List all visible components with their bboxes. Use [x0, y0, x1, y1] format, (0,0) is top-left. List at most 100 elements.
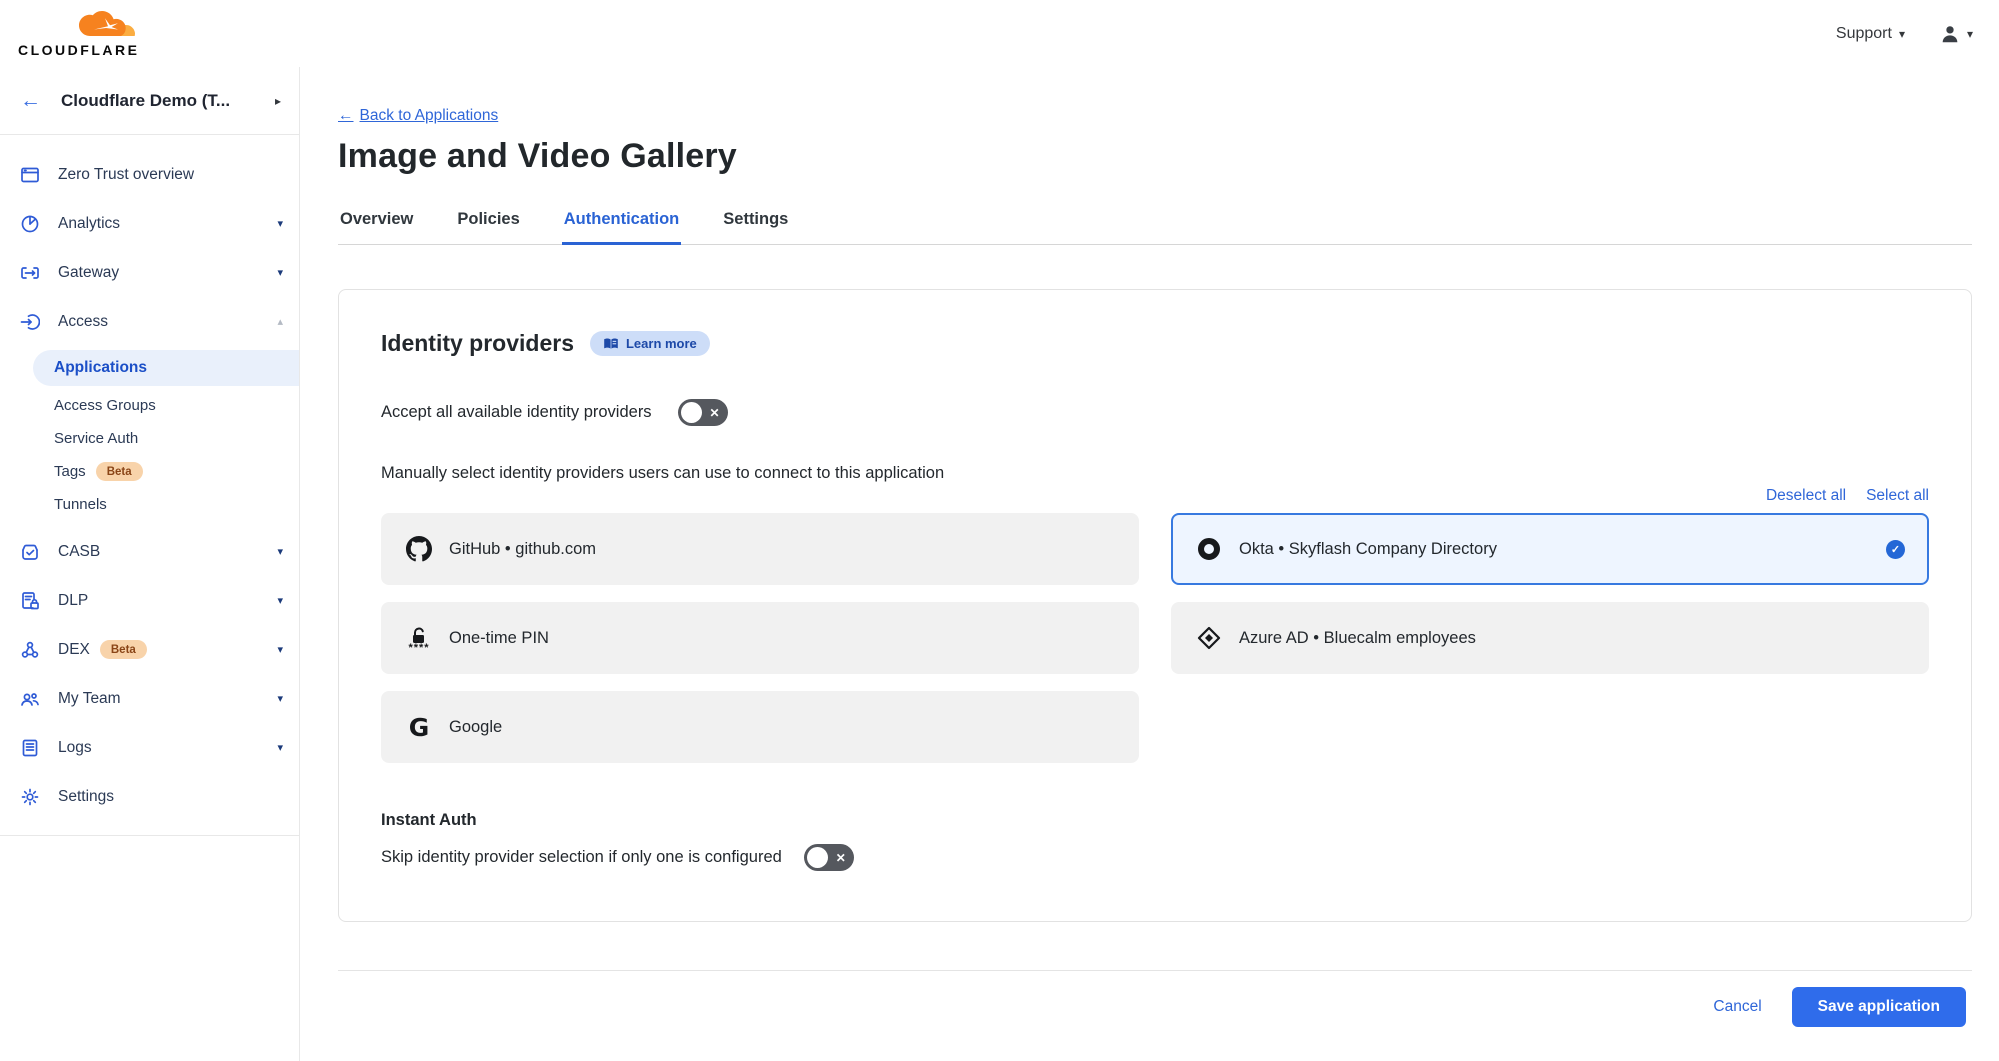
provider-tile-azure-ad[interactable]: Azure AD • Bluecalm employees [1171, 602, 1929, 674]
one-time-pin-icon: **** [405, 627, 433, 650]
azure-ad-icon [1195, 626, 1223, 650]
support-menu[interactable]: Support ▾ [1836, 25, 1905, 43]
top-bar: CLOUDFLARE Support ▾ ▾ [0, 0, 1999, 67]
learn-more-badge[interactable]: Learn more [590, 331, 710, 356]
action-footer: Cancel Save application [338, 970, 1972, 1027]
toggle-off-x-icon: ✕ [710, 406, 720, 420]
chevron-down-icon[interactable]: ▾ [277, 594, 283, 607]
tab-settings[interactable]: Settings [721, 204, 790, 245]
sidebar-item-applications[interactable]: Applications [33, 350, 299, 386]
browser-window-icon [19, 164, 41, 186]
provider-name: GitHub • github.com [449, 540, 596, 559]
provider-tile-google[interactable]: G Google [381, 691, 1139, 763]
sidebar-item-logs[interactable]: Logs ▾ [0, 723, 299, 772]
user-account-menu[interactable]: ▾ [1939, 23, 1973, 45]
sidebar-item-tunnels[interactable]: Tunnels [0, 488, 299, 521]
gear-icon [19, 786, 41, 808]
provider-name: Google [449, 718, 502, 737]
provider-tile-okta[interactable]: Okta • Skyflash Company Directory ✓ [1171, 513, 1929, 585]
sidebar-item-label: Settings [58, 788, 114, 806]
chevron-down-icon[interactable]: ▾ [277, 643, 283, 656]
main-content: ← Back to Applications Image and Video G… [300, 67, 1999, 1061]
selected-check-icon: ✓ [1886, 540, 1905, 559]
accept-all-providers-toggle[interactable]: ✕ [678, 399, 728, 426]
cloudflare-cloud-icon [76, 11, 148, 41]
sidebar: ← Cloudflare Demo (T... ▸ Zero Trust ove… [0, 67, 300, 1061]
provider-tile-one-time-pin[interactable]: **** One-time PIN [381, 602, 1139, 674]
sidebar-item-label: Access Groups [54, 397, 156, 414]
beta-badge: Beta [100, 640, 147, 659]
page-title: Image and Video Gallery [338, 137, 1972, 176]
sidebar-item-label: Gateway [58, 264, 119, 282]
cancel-button[interactable]: Cancel [1713, 998, 1761, 1016]
instant-auth-label: Skip identity provider selection if only… [381, 848, 782, 867]
tab-policies[interactable]: Policies [455, 204, 521, 245]
sidebar-item-dlp[interactable]: DLP ▾ [0, 576, 299, 625]
account-name[interactable]: Cloudflare Demo (T... [61, 91, 275, 111]
inbox-check-icon [19, 541, 41, 563]
sidebar-item-dex[interactable]: DEX Beta ▾ [0, 625, 299, 674]
chevron-up-icon[interactable]: ▴ [277, 315, 283, 328]
select-all-link[interactable]: Select all [1866, 487, 1929, 505]
cloudflare-logo[interactable]: CLOUDFLARE [18, 11, 148, 57]
chevron-down-icon[interactable]: ▾ [277, 217, 283, 230]
chevron-down-icon[interactable]: ▾ [277, 266, 283, 279]
sidebar-item-label: DLP [58, 592, 88, 610]
people-icon [19, 688, 41, 710]
sidebar-item-service-auth[interactable]: Service Auth [0, 422, 299, 455]
network-cluster-icon [19, 639, 41, 661]
access-sub-menu: Applications Access Groups Service Auth … [0, 346, 299, 527]
pie-chart-icon [19, 213, 41, 235]
sidebar-item-label: Tunnels [54, 496, 107, 513]
google-icon: G [405, 713, 433, 742]
sidebar-item-label: Analytics [58, 215, 120, 233]
sidebar-item-analytics[interactable]: Analytics ▾ [0, 199, 299, 248]
tab-bar: Overview Policies Authentication Setting… [338, 204, 1972, 245]
toggle-off-x-icon: ✕ [836, 851, 846, 865]
sidebar-item-settings[interactable]: Settings [0, 772, 299, 821]
sidebar-item-gateway[interactable]: Gateway ▾ [0, 248, 299, 297]
chevron-down-icon[interactable]: ▾ [277, 545, 283, 558]
sidebar-item-label: Tags [54, 463, 86, 480]
gateway-icon [19, 262, 41, 284]
tab-authentication[interactable]: Authentication [562, 204, 682, 245]
sidebar-item-label: Access [58, 313, 108, 331]
sidebar-item-label: Applications [54, 359, 147, 377]
provider-tile-github[interactable]: GitHub • github.com [381, 513, 1139, 585]
sidebar-item-casb[interactable]: CASB ▾ [0, 527, 299, 576]
sidebar-item-access[interactable]: Access ▴ [0, 297, 299, 346]
toggle-knob [807, 847, 828, 868]
account-expand-icon[interactable]: ▸ [275, 94, 281, 108]
sidebar-item-label: My Team [58, 690, 121, 708]
sidebar-item-access-groups[interactable]: Access Groups [0, 389, 299, 422]
github-icon [405, 536, 433, 562]
provider-name: Azure AD • Bluecalm employees [1239, 629, 1476, 648]
back-to-applications-link[interactable]: ← Back to Applications [338, 107, 498, 125]
sidebar-account-header: ← Cloudflare Demo (T... ▸ [0, 67, 299, 135]
accept-all-providers-label: Accept all available identity providers [381, 403, 652, 422]
toggle-knob [681, 402, 702, 423]
chevron-down-icon: ▾ [1899, 27, 1905, 41]
card-heading: Identity providers [381, 330, 574, 357]
okta-icon [1195, 538, 1223, 560]
sidebar-nav: Zero Trust overview Analytics ▾ Gateway … [0, 135, 299, 836]
sidebar-back-icon[interactable]: ← [20, 89, 41, 113]
document-lock-icon [19, 590, 41, 612]
pin-stars: **** [408, 646, 429, 650]
book-icon [603, 337, 619, 351]
identity-providers-card: Identity providers Learn more Accept all… [338, 289, 1972, 922]
instant-auth-heading: Instant Auth [381, 811, 1929, 830]
sidebar-item-zero-trust-overview[interactable]: Zero Trust overview [0, 150, 299, 199]
sidebar-item-label: CASB [58, 543, 100, 561]
chevron-down-icon[interactable]: ▾ [277, 741, 283, 754]
tab-overview[interactable]: Overview [338, 204, 415, 245]
sidebar-item-tags[interactable]: Tags Beta [0, 455, 299, 488]
provider-name: Okta • Skyflash Company Directory [1239, 540, 1497, 559]
deselect-all-link[interactable]: Deselect all [1766, 487, 1846, 505]
provider-name: One-time PIN [449, 629, 549, 648]
save-application-button[interactable]: Save application [1792, 987, 1966, 1027]
instant-auth-toggle[interactable]: ✕ [804, 844, 854, 871]
sidebar-item-my-team[interactable]: My Team ▾ [0, 674, 299, 723]
chevron-down-icon[interactable]: ▾ [277, 692, 283, 705]
cloudflare-logo-text: CLOUDFLARE [18, 43, 139, 57]
